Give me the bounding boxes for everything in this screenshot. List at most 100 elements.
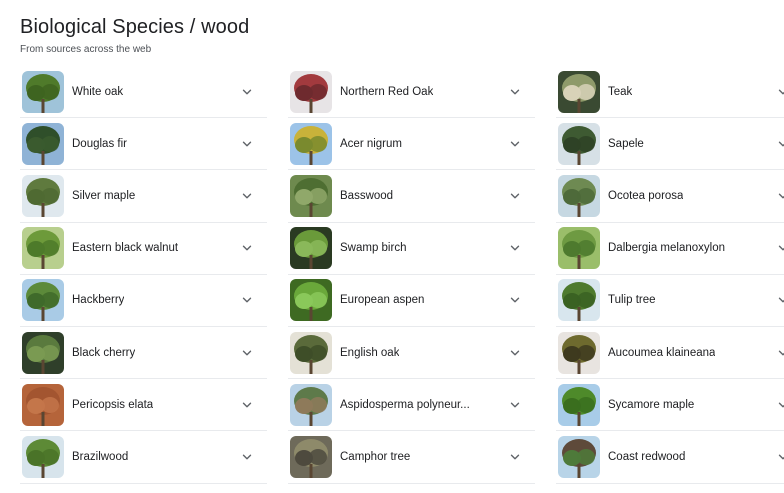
list-item[interactable]: Teak (556, 66, 784, 119)
species-thumbnail (558, 331, 600, 374)
species-label: English oak (340, 346, 400, 359)
species-label: Teak (608, 85, 633, 98)
list-item[interactable]: Pericopsis elata (20, 379, 267, 432)
species-thumbnail (22, 174, 64, 217)
chevron-down-icon[interactable] (241, 242, 253, 254)
species-label: Sycamore maple (608, 398, 695, 411)
list-item[interactable]: Sapele (556, 118, 784, 171)
chevron-down-icon[interactable] (509, 242, 521, 254)
chevron-down-icon[interactable] (777, 190, 784, 202)
species-column-3: Teak Sapele Ocotea porosa Dalbergia melanox… (556, 66, 784, 484)
species-label: White oak (72, 85, 124, 98)
species-label: Black cherry (72, 346, 136, 359)
species-label: Camphor tree (340, 450, 411, 463)
species-label: Tulip tree (608, 294, 656, 307)
species-label: Swamp birch (340, 242, 407, 255)
species-thumbnail (290, 174, 332, 217)
chevron-down-icon[interactable] (777, 347, 784, 359)
list-item[interactable]: Douglas fir (20, 118, 267, 171)
species-thumbnail (22, 331, 64, 374)
chevron-down-icon[interactable] (241, 399, 253, 411)
list-item[interactable]: White oak (20, 66, 267, 119)
list-item[interactable]: Basswood (288, 170, 535, 223)
chevron-down-icon[interactable] (241, 347, 253, 359)
species-label: European aspen (340, 294, 425, 307)
list-item[interactable]: Swamp birch (288, 223, 535, 275)
chevron-down-icon[interactable] (241, 294, 253, 306)
chevron-down-icon[interactable] (777, 451, 784, 463)
species-thumbnail (558, 227, 600, 270)
species-thumbnail (558, 279, 600, 322)
chevron-down-icon[interactable] (241, 451, 253, 463)
species-label: Pericopsis elata (72, 398, 154, 411)
chevron-down-icon[interactable] (509, 399, 521, 411)
species-label: Eastern black walnut (72, 242, 179, 255)
species-grid: White oak Douglas fir Silver maple Eastern … (20, 66, 784, 484)
chevron-down-icon[interactable] (509, 138, 521, 150)
list-item[interactable]: Dalbergia melanoxylon (556, 223, 784, 275)
page-title: Biological Species / wood (20, 16, 250, 38)
chevron-down-icon[interactable] (777, 294, 784, 306)
species-thumbnail (290, 122, 332, 165)
list-item[interactable]: Black cherry (20, 327, 267, 380)
species-thumbnail (290, 70, 332, 113)
species-thumbnail (558, 435, 600, 478)
list-item[interactable]: Tulip tree (556, 275, 784, 327)
list-item[interactable]: Eastern black walnut (20, 223, 267, 275)
chevron-down-icon[interactable] (241, 138, 253, 150)
list-item[interactable]: European aspen (288, 275, 535, 327)
chevron-down-icon[interactable] (509, 347, 521, 359)
species-thumbnail (22, 435, 64, 478)
page-subtitle: From sources across the web (20, 44, 152, 55)
list-item[interactable]: Sycamore maple (556, 379, 784, 432)
species-column-2: Northern Red Oak Acer nigrum Basswood Swamp… (288, 66, 535, 484)
species-thumbnail (558, 383, 600, 426)
list-item[interactable]: Ocotea porosa (556, 170, 784, 223)
species-label: Brazilwood (72, 450, 129, 463)
species-label: Silver maple (72, 189, 136, 202)
list-item[interactable]: English oak (288, 327, 535, 380)
species-thumbnail (290, 279, 332, 322)
chevron-down-icon[interactable] (241, 190, 253, 202)
chevron-down-icon[interactable] (509, 190, 521, 202)
species-thumbnail (22, 279, 64, 322)
chevron-down-icon[interactable] (509, 86, 521, 98)
chevron-down-icon[interactable] (777, 138, 784, 150)
species-column-1: White oak Douglas fir Silver maple Eastern … (20, 66, 267, 484)
species-label: Aucoumea klaineana (608, 346, 716, 359)
list-item[interactable]: Camphor tree (288, 431, 535, 484)
list-item[interactable]: Acer nigrum (288, 118, 535, 171)
species-thumbnail (290, 227, 332, 270)
chevron-down-icon[interactable] (509, 294, 521, 306)
chevron-down-icon[interactable] (777, 242, 784, 254)
species-thumbnail (290, 383, 332, 426)
species-thumbnail (558, 122, 600, 165)
species-label: Sapele (608, 137, 644, 150)
species-thumbnail (290, 435, 332, 478)
species-label: Aspidosperma polyneur... (340, 398, 470, 411)
list-item[interactable]: Brazilwood (20, 431, 267, 484)
species-label: Basswood (340, 189, 394, 202)
list-item[interactable]: Silver maple (20, 170, 267, 223)
chevron-down-icon[interactable] (509, 451, 521, 463)
list-item[interactable]: Northern Red Oak (288, 66, 535, 119)
species-thumbnail (558, 174, 600, 217)
chevron-down-icon[interactable] (777, 86, 784, 98)
chevron-down-icon[interactable] (777, 399, 784, 411)
list-item[interactable]: Aucoumea klaineana (556, 327, 784, 380)
list-item[interactable]: Aspidosperma polyneur... (288, 379, 535, 432)
species-thumbnail (290, 331, 332, 374)
species-label: Acer nigrum (340, 137, 402, 150)
species-thumbnail (22, 122, 64, 165)
chevron-down-icon[interactable] (241, 86, 253, 98)
header: Biological Species / wood From sources a… (20, 14, 249, 56)
list-item[interactable]: Hackberry (20, 275, 267, 327)
species-thumbnail (22, 383, 64, 426)
species-thumbnail (22, 70, 64, 113)
species-thumbnail (22, 227, 64, 270)
list-item[interactable]: Coast redwood (556, 431, 784, 484)
species-label: Hackberry (72, 294, 125, 307)
species-label: Ocotea porosa (608, 189, 684, 202)
species-label: Coast redwood (608, 450, 686, 463)
species-label: Northern Red Oak (340, 85, 434, 98)
